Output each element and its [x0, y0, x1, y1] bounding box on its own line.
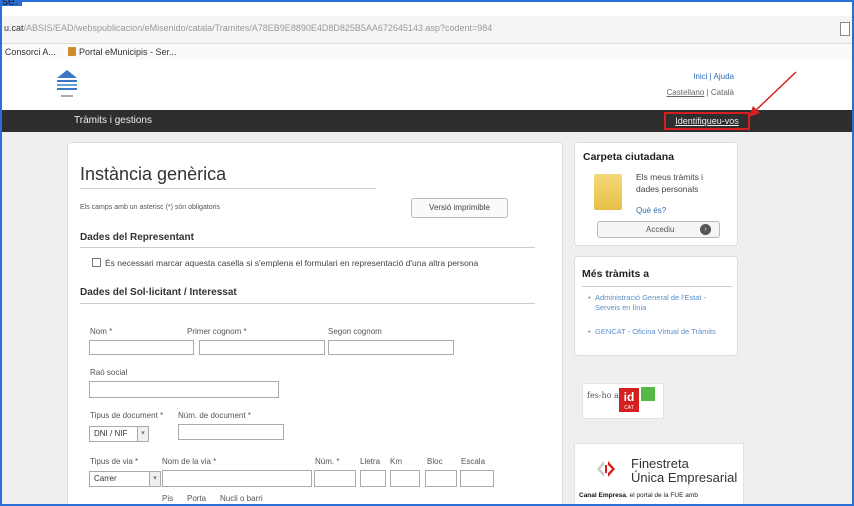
tipus-document-value: DNI / NIF [94, 429, 128, 438]
primer-cognom-input[interactable] [199, 340, 325, 355]
nom-via-input[interactable] [162, 470, 312, 487]
title-divider [80, 188, 376, 189]
km-label: Km [390, 457, 402, 466]
municipality-logo-icon[interactable] [55, 68, 79, 102]
address-bar[interactable]: u.cat/ABSIS/EAD/webspublicacion/eMisenid… [0, 16, 854, 44]
accediu-button[interactable]: Accediu › [597, 221, 720, 238]
nom-label: Nom * [90, 327, 113, 336]
mes-tramits-title: Més tràmits a [582, 268, 650, 280]
tipus-document-select[interactable]: DNI / NIF ▾ [89, 426, 149, 442]
nom-input[interactable] [89, 340, 194, 355]
top-links[interactable]: Inici | Ajuda [693, 72, 734, 81]
segon-cognom-label: Segon cognom [328, 327, 382, 336]
url-path: /ABSIS/EAD/webspublicacion/eMisenido/cat… [23, 23, 493, 33]
form-panel [67, 142, 563, 506]
bullet-icon: • [588, 327, 591, 336]
section-divider [80, 303, 535, 304]
bloc-input[interactable] [425, 470, 457, 487]
url-text[interactable]: u.cat/ABSIS/EAD/webspublicacion/eMisenid… [4, 23, 492, 33]
bookmark-consorci[interactable]: | Consorci A... [0, 47, 56, 57]
nucli-label: Nucli o barri [220, 494, 263, 503]
print-version-button[interactable]: Versió imprimible [411, 198, 508, 218]
bookmark-portal-emunicipis[interactable]: Portal eMunicipis - Ser... [68, 47, 177, 57]
folder-icon [594, 174, 622, 210]
link-gencat[interactable]: • GENCAT - Oficina Virtual de Tràmits [588, 327, 730, 337]
carpeta-ciutadana-title: Carpeta ciutadana [583, 151, 675, 163]
escala-input[interactable] [460, 470, 494, 487]
arrow-right-icon: › [700, 224, 711, 235]
num-input[interactable] [314, 470, 356, 487]
top-cut-text: se: [2, 0, 19, 8]
km-input[interactable] [390, 470, 420, 487]
fue-title: Finestreta Única Empresarial [631, 456, 738, 485]
segon-cognom-input[interactable] [328, 340, 454, 355]
annotation-arrow-icon [749, 71, 797, 117]
escala-label: Escala [461, 457, 486, 466]
num-document-input[interactable] [178, 424, 284, 440]
representation-checkbox-label: És necessari marcar aquesta casella si s… [105, 258, 479, 268]
bloc-label: Bloc [427, 457, 443, 466]
rao-social-label: Raó social [90, 368, 128, 377]
main-navbar: Tràmits i gestions Identifiqueu-vos [0, 110, 854, 132]
page-title: Instància genèrica [80, 164, 227, 184]
lang-castellano[interactable]: Castellano [667, 88, 705, 97]
carpeta-description: Els meus tràmits i dades personals [636, 172, 704, 194]
tipus-document-label: Tipus de document * [90, 411, 164, 420]
num-document-label: Núm. de document * [178, 411, 251, 420]
nav-title[interactable]: Tràmits i gestions [74, 115, 152, 126]
tipus-via-label: Tipus de via * [90, 457, 139, 466]
mobile-badge-icon [641, 387, 655, 401]
rao-social-input[interactable] [89, 381, 279, 398]
primer-cognom-label: Primer cognom * [187, 327, 247, 336]
representation-checkbox[interactable] [92, 258, 101, 267]
page-icon[interactable] [840, 22, 850, 36]
bookmarks-bar: | Consorci A... Portal eMunicipis - Ser.… [0, 44, 854, 60]
chevron-down-icon: ▾ [149, 472, 160, 486]
required-note: Els camps amb un asterisc (*) són obliga… [80, 204, 221, 211]
fue-caption: Canal Empresa, el portal de la FUE amb [579, 492, 698, 499]
fue-banner[interactable]: Finestreta Única Empresarial Canal Empres… [574, 443, 744, 506]
lletra-input[interactable] [360, 470, 386, 487]
site-header: Inici | Ajuda Castellano | Català [0, 60, 854, 110]
que-es-link[interactable]: Què és? [636, 206, 666, 215]
url-host: u.cat [4, 23, 24, 33]
pis-label: Pis [162, 494, 174, 503]
language-links: Castellano | Català [667, 88, 734, 97]
tipus-via-select[interactable]: Carrer ▾ [89, 471, 161, 487]
idcat-banner[interactable]: fes-ho amb id CAT [582, 383, 664, 419]
bullet-icon: • [588, 293, 591, 302]
accediu-label: Accediu [646, 225, 675, 234]
representation-checkbox-row[interactable]: És necessari marcar aquesta casella si s… [92, 258, 478, 268]
porta-label: Porta [187, 494, 207, 503]
link-age[interactable]: • Administració General de l'Estat - Serv… [588, 293, 730, 313]
num-label: Núm. * [315, 457, 340, 466]
section-divider [80, 247, 535, 248]
section-representant: Dades del Representant [80, 232, 194, 243]
lang-catala[interactable]: Català [711, 88, 734, 97]
lletra-label: Lletra [360, 457, 381, 466]
side-divider [582, 286, 732, 287]
fue-logo-icon [597, 461, 615, 477]
login-link[interactable]: Identifiqueu-vos [664, 112, 750, 130]
nom-via-label: Nom de la via * [162, 457, 217, 466]
chevron-down-icon: ▾ [137, 427, 148, 441]
tipus-via-value: Carrer [94, 474, 117, 483]
section-sollicitant: Dades del Sol·licitant / Interessat [80, 287, 237, 298]
cat-text: CAT [624, 405, 634, 411]
bookmark-favicon-icon [68, 47, 76, 56]
